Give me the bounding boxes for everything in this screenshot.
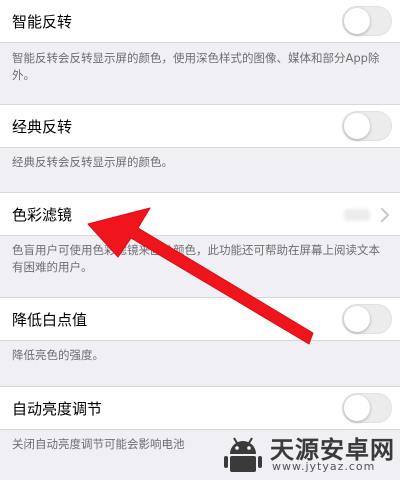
android-logo-icon — [224, 437, 262, 472]
watermark-url: www.jytyaz.com — [272, 460, 376, 473]
red-arrow-annotation — [87, 207, 314, 345]
accessibility-display-settings: 智能反转 智能反转会反转显示屏的颜色，使用深色样式的图像、媒体和部分App除外。… — [0, 0, 400, 480]
site-watermark: 天源安卓网 www.jytyaz.com — [200, 428, 400, 480]
